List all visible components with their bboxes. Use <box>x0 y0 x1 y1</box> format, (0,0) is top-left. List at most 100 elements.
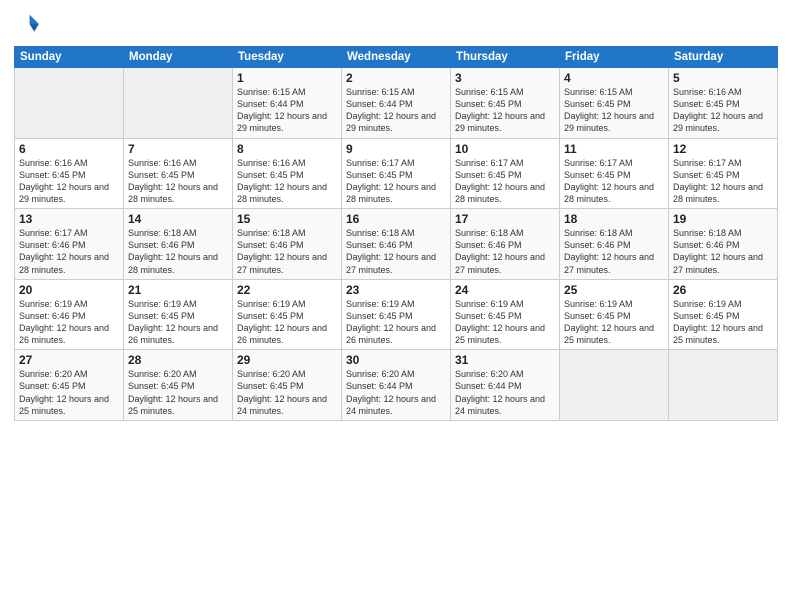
calendar-cell: 7Sunrise: 6:16 AM Sunset: 6:45 PM Daylig… <box>124 138 233 209</box>
weekday-header-wednesday: Wednesday <box>342 47 451 68</box>
day-info: Sunrise: 6:17 AM Sunset: 6:46 PM Dayligh… <box>19 227 119 276</box>
calendar-cell: 14Sunrise: 6:18 AM Sunset: 6:46 PM Dayli… <box>124 209 233 280</box>
day-number: 23 <box>346 283 446 297</box>
day-info: Sunrise: 6:20 AM Sunset: 6:45 PM Dayligh… <box>19 368 119 417</box>
calendar-cell: 24Sunrise: 6:19 AM Sunset: 6:45 PM Dayli… <box>451 279 560 350</box>
day-info: Sunrise: 6:20 AM Sunset: 6:45 PM Dayligh… <box>128 368 228 417</box>
day-info: Sunrise: 6:16 AM Sunset: 6:45 PM Dayligh… <box>237 157 337 206</box>
day-info: Sunrise: 6:18 AM Sunset: 6:46 PM Dayligh… <box>128 227 228 276</box>
calendar-cell <box>124 68 233 139</box>
day-info: Sunrise: 6:19 AM Sunset: 6:45 PM Dayligh… <box>237 298 337 347</box>
day-number: 28 <box>128 353 228 367</box>
page: SundayMondayTuesdayWednesdayThursdayFrid… <box>0 0 792 612</box>
day-info: Sunrise: 6:18 AM Sunset: 6:46 PM Dayligh… <box>564 227 664 276</box>
day-number: 8 <box>237 142 337 156</box>
day-number: 10 <box>455 142 555 156</box>
calendar-cell: 17Sunrise: 6:18 AM Sunset: 6:46 PM Dayli… <box>451 209 560 280</box>
weekday-header-row: SundayMondayTuesdayWednesdayThursdayFrid… <box>15 47 778 68</box>
day-info: Sunrise: 6:19 AM Sunset: 6:45 PM Dayligh… <box>128 298 228 347</box>
day-number: 4 <box>564 71 664 85</box>
logo <box>14 10 46 38</box>
day-number: 12 <box>673 142 773 156</box>
calendar-cell: 31Sunrise: 6:20 AM Sunset: 6:44 PM Dayli… <box>451 350 560 421</box>
day-info: Sunrise: 6:17 AM Sunset: 6:45 PM Dayligh… <box>673 157 773 206</box>
day-number: 22 <box>237 283 337 297</box>
day-info: Sunrise: 6:15 AM Sunset: 6:45 PM Dayligh… <box>455 86 555 135</box>
calendar-cell: 29Sunrise: 6:20 AM Sunset: 6:45 PM Dayli… <box>233 350 342 421</box>
calendar-table: SundayMondayTuesdayWednesdayThursdayFrid… <box>14 46 778 421</box>
weekday-header-thursday: Thursday <box>451 47 560 68</box>
calendar-cell: 23Sunrise: 6:19 AM Sunset: 6:45 PM Dayli… <box>342 279 451 350</box>
weekday-header-monday: Monday <box>124 47 233 68</box>
calendar-week-row: 20Sunrise: 6:19 AM Sunset: 6:46 PM Dayli… <box>15 279 778 350</box>
day-number: 31 <box>455 353 555 367</box>
calendar-cell: 9Sunrise: 6:17 AM Sunset: 6:45 PM Daylig… <box>342 138 451 209</box>
day-info: Sunrise: 6:19 AM Sunset: 6:45 PM Dayligh… <box>346 298 446 347</box>
day-number: 17 <box>455 212 555 226</box>
calendar-week-row: 13Sunrise: 6:17 AM Sunset: 6:46 PM Dayli… <box>15 209 778 280</box>
calendar-cell: 1Sunrise: 6:15 AM Sunset: 6:44 PM Daylig… <box>233 68 342 139</box>
weekday-header-tuesday: Tuesday <box>233 47 342 68</box>
day-number: 19 <box>673 212 773 226</box>
day-number: 13 <box>19 212 119 226</box>
calendar-cell: 5Sunrise: 6:16 AM Sunset: 6:45 PM Daylig… <box>669 68 778 139</box>
day-number: 26 <box>673 283 773 297</box>
calendar-cell: 10Sunrise: 6:17 AM Sunset: 6:45 PM Dayli… <box>451 138 560 209</box>
day-number: 3 <box>455 71 555 85</box>
day-info: Sunrise: 6:19 AM Sunset: 6:45 PM Dayligh… <box>673 298 773 347</box>
day-number: 27 <box>19 353 119 367</box>
day-number: 9 <box>346 142 446 156</box>
day-number: 30 <box>346 353 446 367</box>
calendar-cell: 12Sunrise: 6:17 AM Sunset: 6:45 PM Dayli… <box>669 138 778 209</box>
calendar-week-row: 1Sunrise: 6:15 AM Sunset: 6:44 PM Daylig… <box>15 68 778 139</box>
calendar-cell: 2Sunrise: 6:15 AM Sunset: 6:44 PM Daylig… <box>342 68 451 139</box>
weekday-header-saturday: Saturday <box>669 47 778 68</box>
calendar-cell: 20Sunrise: 6:19 AM Sunset: 6:46 PM Dayli… <box>15 279 124 350</box>
day-number: 7 <box>128 142 228 156</box>
calendar-cell: 27Sunrise: 6:20 AM Sunset: 6:45 PM Dayli… <box>15 350 124 421</box>
calendar-cell: 4Sunrise: 6:15 AM Sunset: 6:45 PM Daylig… <box>560 68 669 139</box>
day-info: Sunrise: 6:15 AM Sunset: 6:44 PM Dayligh… <box>237 86 337 135</box>
day-number: 15 <box>237 212 337 226</box>
calendar-cell: 19Sunrise: 6:18 AM Sunset: 6:46 PM Dayli… <box>669 209 778 280</box>
day-info: Sunrise: 6:16 AM Sunset: 6:45 PM Dayligh… <box>673 86 773 135</box>
day-number: 20 <box>19 283 119 297</box>
day-info: Sunrise: 6:17 AM Sunset: 6:45 PM Dayligh… <box>564 157 664 206</box>
day-number: 6 <box>19 142 119 156</box>
calendar-cell: 25Sunrise: 6:19 AM Sunset: 6:45 PM Dayli… <box>560 279 669 350</box>
day-info: Sunrise: 6:18 AM Sunset: 6:46 PM Dayligh… <box>346 227 446 276</box>
day-info: Sunrise: 6:18 AM Sunset: 6:46 PM Dayligh… <box>673 227 773 276</box>
day-number: 24 <box>455 283 555 297</box>
day-info: Sunrise: 6:20 AM Sunset: 6:44 PM Dayligh… <box>455 368 555 417</box>
day-number: 14 <box>128 212 228 226</box>
day-info: Sunrise: 6:18 AM Sunset: 6:46 PM Dayligh… <box>237 227 337 276</box>
day-number: 21 <box>128 283 228 297</box>
day-info: Sunrise: 6:19 AM Sunset: 6:45 PM Dayligh… <box>455 298 555 347</box>
calendar-cell: 8Sunrise: 6:16 AM Sunset: 6:45 PM Daylig… <box>233 138 342 209</box>
calendar-week-row: 27Sunrise: 6:20 AM Sunset: 6:45 PM Dayli… <box>15 350 778 421</box>
calendar-cell <box>669 350 778 421</box>
calendar-cell: 16Sunrise: 6:18 AM Sunset: 6:46 PM Dayli… <box>342 209 451 280</box>
calendar-cell: 6Sunrise: 6:16 AM Sunset: 6:45 PM Daylig… <box>15 138 124 209</box>
calendar-cell: 18Sunrise: 6:18 AM Sunset: 6:46 PM Dayli… <box>560 209 669 280</box>
day-info: Sunrise: 6:15 AM Sunset: 6:45 PM Dayligh… <box>564 86 664 135</box>
day-info: Sunrise: 6:16 AM Sunset: 6:45 PM Dayligh… <box>128 157 228 206</box>
calendar-cell: 30Sunrise: 6:20 AM Sunset: 6:44 PM Dayli… <box>342 350 451 421</box>
calendar-cell: 21Sunrise: 6:19 AM Sunset: 6:45 PM Dayli… <box>124 279 233 350</box>
day-number: 11 <box>564 142 664 156</box>
calendar-cell: 3Sunrise: 6:15 AM Sunset: 6:45 PM Daylig… <box>451 68 560 139</box>
day-number: 2 <box>346 71 446 85</box>
weekday-header-sunday: Sunday <box>15 47 124 68</box>
calendar-week-row: 6Sunrise: 6:16 AM Sunset: 6:45 PM Daylig… <box>15 138 778 209</box>
calendar-cell <box>15 68 124 139</box>
calendar-cell: 15Sunrise: 6:18 AM Sunset: 6:46 PM Dayli… <box>233 209 342 280</box>
day-info: Sunrise: 6:17 AM Sunset: 6:45 PM Dayligh… <box>346 157 446 206</box>
day-number: 1 <box>237 71 337 85</box>
day-info: Sunrise: 6:19 AM Sunset: 6:46 PM Dayligh… <box>19 298 119 347</box>
logo-icon <box>14 10 42 38</box>
day-number: 25 <box>564 283 664 297</box>
day-info: Sunrise: 6:17 AM Sunset: 6:45 PM Dayligh… <box>455 157 555 206</box>
day-info: Sunrise: 6:16 AM Sunset: 6:45 PM Dayligh… <box>19 157 119 206</box>
day-info: Sunrise: 6:19 AM Sunset: 6:45 PM Dayligh… <box>564 298 664 347</box>
day-info: Sunrise: 6:15 AM Sunset: 6:44 PM Dayligh… <box>346 86 446 135</box>
